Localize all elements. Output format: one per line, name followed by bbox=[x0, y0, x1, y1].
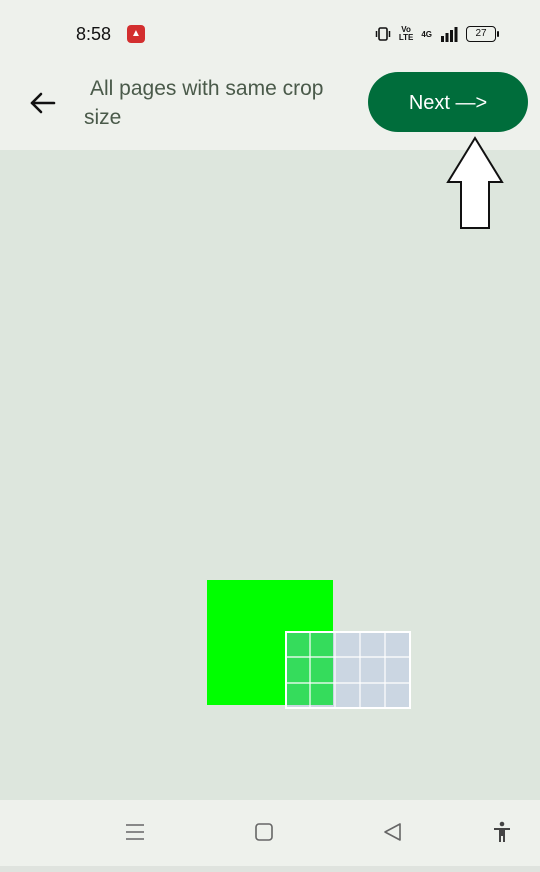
square-home-icon[interactable] bbox=[252, 820, 276, 844]
page-title: All pages with same crop size bbox=[84, 77, 324, 129]
app-notification-icon: ▲ bbox=[127, 25, 145, 43]
arrow-left-icon[interactable] bbox=[26, 86, 60, 120]
next-button[interactable]: Next —> bbox=[368, 72, 528, 132]
status-bar: 8:58 ▲ Vo LTE 4G 27 bbox=[0, 0, 540, 64]
bottom-edge bbox=[0, 866, 540, 872]
crop-canvas bbox=[0, 150, 540, 800]
accessibility-icon[interactable] bbox=[490, 820, 514, 844]
menu-lines-icon[interactable] bbox=[123, 820, 147, 844]
system-nav-bar bbox=[0, 800, 540, 866]
status-icons: Vo LTE 4G 27 bbox=[375, 24, 499, 44]
triangle-back-icon[interactable] bbox=[381, 820, 405, 844]
vibrate-icon bbox=[375, 27, 391, 41]
status-time: 8:58 bbox=[76, 24, 112, 44]
crop-grid-lines bbox=[285, 631, 411, 709]
volte-label: Vo LTE bbox=[398, 25, 414, 42]
network-type-label: 4G bbox=[421, 29, 432, 39]
battery-indicator: 27 bbox=[466, 26, 499, 42]
signal-icon bbox=[441, 27, 458, 42]
